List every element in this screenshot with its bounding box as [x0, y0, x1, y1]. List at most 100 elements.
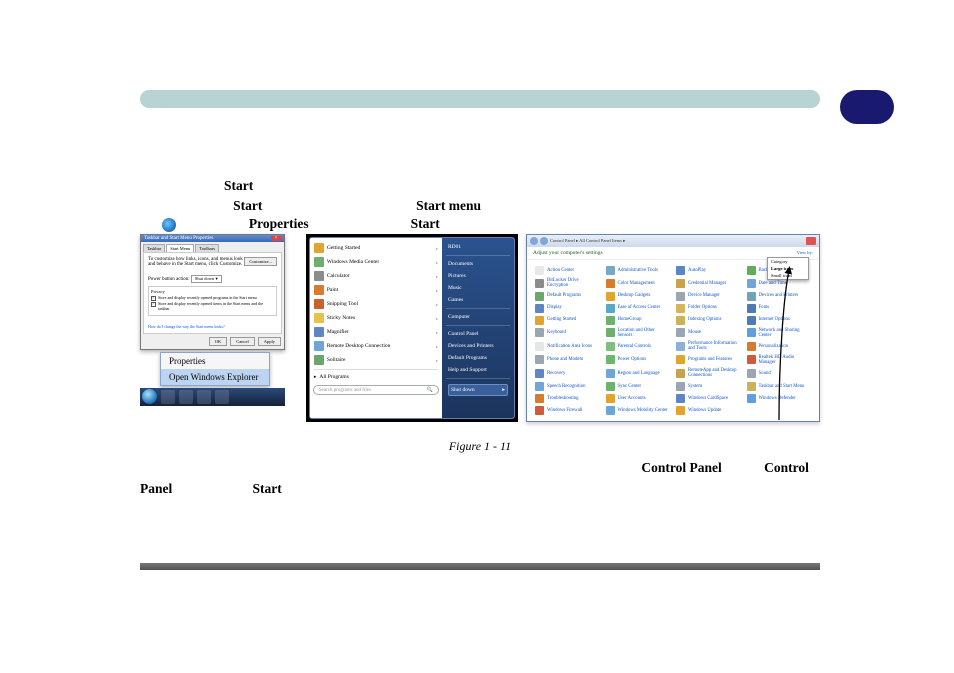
control-panel-item[interactable]: Performance Information and Tools: [676, 341, 741, 352]
control-panel-item[interactable]: Recovery: [535, 368, 600, 379]
close-icon[interactable]: ×: [271, 236, 281, 241]
start-menu-right-item[interactable]: RD01: [446, 242, 510, 252]
privacy-checkbox-2[interactable]: ✓Store and display recently opened items…: [151, 302, 274, 312]
back-icon[interactable]: [530, 237, 538, 245]
start-menu-item[interactable]: Getting Started▸: [310, 241, 442, 255]
control-panel-item[interactable]: User Accounts: [606, 394, 671, 403]
control-panel-item[interactable]: Sync Center: [606, 382, 671, 391]
control-panel-item[interactable]: Speech Recognition: [535, 382, 600, 391]
all-programs-item[interactable]: ▸ All Programs: [310, 372, 442, 382]
control-panel-item[interactable]: Windows Firewall: [535, 406, 600, 415]
start-menu-right-item[interactable]: Control Panel: [446, 329, 510, 339]
start-menu-item[interactable]: Paint▸: [310, 283, 442, 297]
control-panel-item[interactable]: AutoPlay: [676, 266, 741, 275]
taskbar-item[interactable]: [197, 390, 211, 404]
view-option-small-icons[interactable]: Small icons: [768, 272, 808, 279]
view-option-category[interactable]: Category: [768, 258, 808, 265]
start-menu-item[interactable]: Magnifier▸: [310, 325, 442, 339]
taskbar-item[interactable]: [179, 390, 193, 404]
control-panel-item[interactable]: Realtek HD Audio Manager: [747, 355, 812, 366]
context-menu-properties[interactable]: Properties: [161, 353, 269, 369]
control-panel-item[interactable]: Internet Options: [747, 316, 812, 325]
start-menu-item[interactable]: Windows Media Center▸: [310, 255, 442, 269]
control-panel-item[interactable]: Sound: [747, 368, 812, 379]
control-panel-item[interactable]: Region and Language: [606, 368, 671, 379]
control-panel-item[interactable]: Windows CardSpace: [676, 394, 741, 403]
control-panel-item[interactable]: Windows Defender: [747, 394, 812, 403]
control-panel-item[interactable]: Phone and Modem: [535, 355, 600, 366]
control-panel-item[interactable]: Notification Area Icons: [535, 341, 600, 352]
view-by-dropdown[interactable]: Category Large icons Small icons: [767, 257, 809, 280]
control-panel-item[interactable]: Folder Options: [676, 304, 741, 313]
breadcrumb[interactable]: Control Panel ▸ All Control Panel Items …: [550, 238, 625, 244]
control-panel-item[interactable]: Mouse: [676, 328, 741, 339]
start-menu-item[interactable]: Sticky Notes▸: [310, 311, 442, 325]
ok-button[interactable]: OK: [209, 337, 228, 346]
forward-icon[interactable]: [540, 237, 548, 245]
help-link[interactable]: How do I change the way the Start menu l…: [148, 324, 277, 329]
cancel-button[interactable]: Cancel: [230, 337, 255, 346]
control-panel-item[interactable]: Display: [535, 304, 600, 313]
tab-start-menu[interactable]: Start Menu: [166, 244, 194, 252]
start-orb-icon[interactable]: [142, 389, 157, 404]
start-menu-item[interactable]: Snipping Tool▸: [310, 297, 442, 311]
applet-icon: [676, 369, 685, 378]
control-panel-item[interactable]: Devices and Printers: [747, 292, 812, 301]
start-menu-right-item[interactable]: Computer: [446, 312, 510, 322]
control-panel-item[interactable]: BitLocker Drive Encryption: [535, 278, 600, 289]
shutdown-button[interactable]: Shut down▸: [448, 384, 508, 396]
power-action-select[interactable]: Shut down ▾: [191, 275, 222, 283]
control-panel-item[interactable]: Default Programs: [535, 292, 600, 301]
apply-button[interactable]: Apply: [258, 337, 281, 346]
close-icon[interactable]: [806, 237, 816, 245]
start-menu-right-item[interactable]: Help and Support: [446, 365, 510, 375]
context-menu-open-explorer[interactable]: Open Windows Explorer: [161, 369, 269, 385]
taskbar-item[interactable]: [161, 390, 175, 404]
applet-icon: [606, 394, 615, 403]
start-menu-right-item[interactable]: Pictures: [446, 271, 510, 281]
view-option-large-icons[interactable]: Large icons: [768, 265, 808, 272]
control-panel-item[interactable]: Parental Controls: [606, 341, 671, 352]
customize-button[interactable]: Customize...: [244, 257, 277, 266]
control-panel-item[interactable]: System: [676, 382, 741, 391]
app-icon: [314, 355, 324, 365]
control-panel-item[interactable]: Location and Other Sensors: [606, 328, 671, 339]
control-panel-item[interactable]: Troubleshooting: [535, 394, 600, 403]
start-menu-right-item[interactable]: Default Programs: [446, 353, 510, 363]
control-panel-item[interactable]: Personalization: [747, 341, 812, 352]
control-panel-item[interactable]: Programs and Features: [676, 355, 741, 366]
start-menu-right-item[interactable]: Music: [446, 283, 510, 293]
control-panel-item[interactable]: Windows Update: [676, 406, 741, 415]
control-panel-item[interactable]: Desktop Gadgets: [606, 292, 671, 301]
control-panel-item[interactable]: Power Options: [606, 355, 671, 366]
control-panel-item[interactable]: Windows Mobility Center: [606, 406, 671, 415]
tab-taskbar[interactable]: Taskbar: [143, 244, 165, 252]
start-menu-item-label: Sticky Notes: [327, 315, 355, 321]
control-panel-item[interactable]: Administrative Tools: [606, 266, 671, 275]
control-panel-item[interactable]: Keyboard: [535, 328, 600, 339]
control-panel-item[interactable]: Action Center: [535, 266, 600, 275]
start-menu-item[interactable]: Remote Desktop Connection▸: [310, 339, 442, 353]
tab-toolbars[interactable]: Toolbars: [195, 244, 219, 252]
control-panel-item[interactable]: Taskbar and Start Menu: [747, 382, 812, 391]
start-menu-right-item[interactable]: Games: [446, 295, 510, 305]
control-panel-item[interactable]: Indexing Options: [676, 316, 741, 325]
start-menu-right-item[interactable]: Documents: [446, 259, 510, 269]
control-panel-item[interactable]: Getting Started: [535, 316, 600, 325]
control-panel-item[interactable]: Device Manager: [676, 292, 741, 301]
control-panel-item[interactable]: Credential Manager: [676, 278, 741, 289]
control-panel-item[interactable]: Fonts: [747, 304, 812, 313]
start-menu-item[interactable]: Solitaire▸: [310, 353, 442, 367]
taskbar-item[interactable]: [215, 390, 229, 404]
search-input[interactable]: Search programs and files 🔍: [313, 385, 439, 395]
applet-icon: [606, 369, 615, 378]
control-panel-item[interactable]: Ease of Access Center: [606, 304, 671, 313]
control-panel-item[interactable]: HomeGroup: [606, 316, 671, 325]
start-menu-item[interactable]: Calculator▸: [310, 269, 442, 283]
start-menu-right-item[interactable]: Devices and Printers: [446, 341, 510, 351]
control-panel-item[interactable]: Color Management: [606, 278, 671, 289]
control-panel-item[interactable]: RemoteApp and Desktop Connections: [676, 368, 741, 379]
view-by-label[interactable]: View by:: [797, 250, 813, 256]
screenshots-row: Taskbar and Start Menu Properties × Task…: [140, 234, 820, 422]
control-panel-item[interactable]: Network and Sharing Center: [747, 328, 812, 339]
